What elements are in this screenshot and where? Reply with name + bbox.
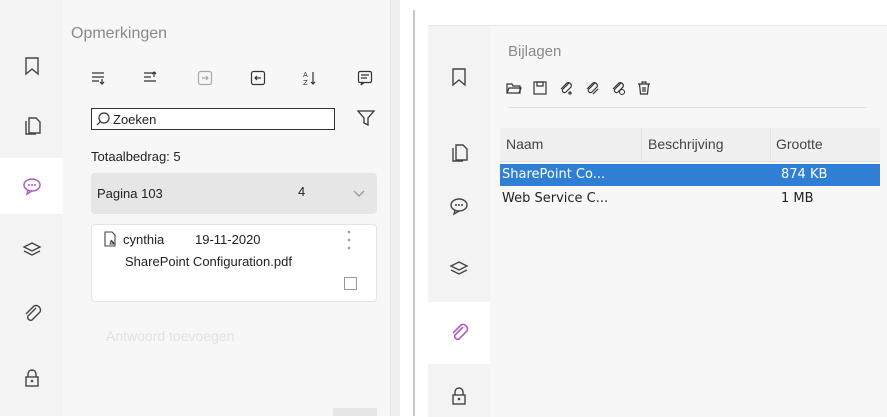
- pages-tab[interactable]: [0, 98, 63, 154]
- save-icon[interactable]: [531, 79, 549, 97]
- expand-all-icon[interactable]: [89, 69, 107, 87]
- page-group-count: 4: [298, 184, 306, 199]
- comment-card[interactable]: cynthia 19-11-2020 SharePoint Configurat…: [91, 224, 377, 302]
- right-sidebar: [428, 25, 490, 417]
- comments-tab[interactable]: [0, 158, 63, 214]
- left-sidebar: [0, 0, 63, 416]
- bookmark-tab-2[interactable]: [428, 49, 490, 105]
- import-icon[interactable]: [196, 69, 214, 87]
- splitter-line: [413, 10, 415, 416]
- more-options-icon[interactable]: [346, 228, 352, 254]
- page-group-label: Pagina 103: [97, 186, 163, 201]
- column-name[interactable]: Naam: [506, 136, 543, 152]
- pages-tab-2[interactable]: [428, 125, 490, 181]
- attachments-panel: Bijlagen Naam Beschrijving Grootte Share…: [428, 0, 887, 417]
- add-attachment-icon[interactable]: [557, 79, 575, 97]
- security-tab[interactable]: [0, 350, 63, 406]
- file-annotation-icon: [104, 231, 116, 247]
- attachments-body: [490, 25, 887, 417]
- bookmark-icon: [452, 68, 466, 87]
- comments-icon: [22, 178, 41, 196]
- collapse-all-icon[interactable]: [141, 69, 159, 87]
- sort-icon[interactable]: AZ: [302, 69, 320, 87]
- comments-icon: [450, 198, 468, 216]
- search-icon: [96, 112, 110, 126]
- chevron-down-icon[interactable]: [351, 185, 367, 201]
- cell-name: SharePoint Co...: [502, 167, 606, 182]
- bookmark-tab[interactable]: [0, 38, 63, 94]
- scroll-handle[interactable]: [333, 408, 377, 416]
- attachments-tab-2[interactable]: [428, 302, 490, 364]
- cell-name: Web Service C...: [502, 191, 609, 206]
- table-row[interactable]: Web Service C... 1 MB: [500, 188, 880, 210]
- pages-icon: [24, 117, 41, 135]
- table-row[interactable]: SharePoint Co... 874 KB: [500, 164, 880, 186]
- total-count: Totaalbedrag: 5: [91, 149, 181, 164]
- attachments-title: Bijlagen: [508, 43, 562, 60]
- search-input[interactable]: Zoeken: [91, 108, 335, 130]
- open-icon[interactable]: [505, 79, 523, 97]
- cell-size: 874 KB: [781, 167, 828, 182]
- layers-tab-2[interactable]: [428, 241, 490, 297]
- note-icon[interactable]: [356, 69, 374, 87]
- layers-icon: [21, 242, 42, 256]
- pages-icon: [452, 144, 468, 162]
- security-icon: [452, 387, 466, 405]
- comment-date: 19-11-2020: [195, 232, 261, 247]
- cell-size: 1 MB: [781, 191, 814, 206]
- search-placeholder: Zoeken: [113, 112, 157, 127]
- attachments-table-header: Naam Beschrijving Grootte: [500, 128, 880, 162]
- toolbar-divider: [508, 107, 866, 108]
- reply-input[interactable]: Antwoord toevoegen: [106, 328, 234, 344]
- panel-title: Opmerkingen: [71, 25, 168, 42]
- security-icon: [24, 369, 39, 387]
- delete-icon[interactable]: [635, 79, 653, 97]
- comments-panel: Opmerkingen AZ Zoeken Totaalbedrag: 5 Pa…: [0, 0, 401, 416]
- filter-icon[interactable]: [356, 108, 376, 128]
- attachments-tab[interactable]: [0, 286, 63, 342]
- page-group-header[interactable]: Pagina 103 4: [91, 173, 377, 214]
- column-description[interactable]: Beschrijving: [648, 136, 723, 152]
- attach-files-icon[interactable]: [609, 79, 627, 97]
- layers-tab[interactable]: [0, 222, 63, 278]
- security-tab-2[interactable]: [428, 376, 490, 416]
- layers-icon: [449, 261, 469, 275]
- column-divider[interactable]: [770, 128, 771, 161]
- svg-text:A: A: [303, 71, 308, 79]
- comment-filename: SharePoint Configuration.pdf: [125, 254, 292, 269]
- edit-attachment-icon[interactable]: [583, 79, 601, 97]
- comments-tab-2[interactable]: [428, 178, 490, 234]
- column-divider[interactable]: [641, 128, 642, 161]
- svg-text:Z: Z: [303, 79, 308, 86]
- export-icon[interactable]: [249, 69, 267, 87]
- attachments-icon: [452, 323, 469, 341]
- comment-checkbox[interactable]: [344, 277, 357, 290]
- comment-author: cynthia: [123, 232, 165, 247]
- column-size[interactable]: Grootte: [776, 136, 823, 152]
- attachments-icon: [25, 304, 41, 321]
- bookmark-icon: [24, 57, 39, 76]
